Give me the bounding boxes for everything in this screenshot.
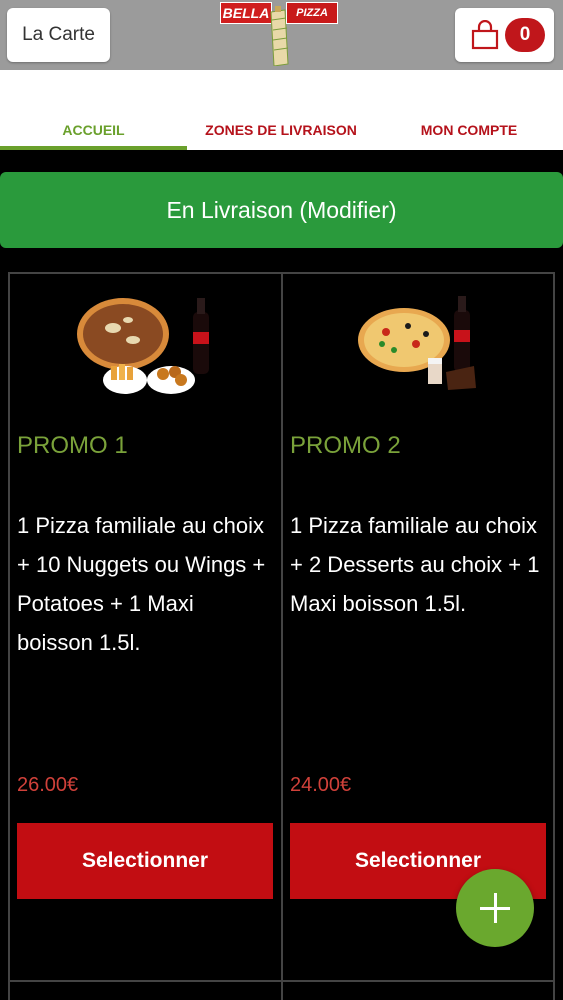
product-card: PROMO 1 1 Pizza familiale au choix + 10 …: [9, 274, 282, 980]
product-description: 1 Pizza familiale au choix + 2 Desserts …: [290, 513, 540, 616]
logo-text-right: PIZZA: [286, 2, 338, 24]
tab-mon-compte[interactable]: MON COMPTE: [375, 122, 563, 142]
promo-2-image[interactable]: [346, 292, 496, 404]
menu-button[interactable]: La Carte: [7, 8, 110, 62]
tab-accueil[interactable]: ACCUEIL: [0, 122, 187, 142]
product-price: 26.00€: [17, 774, 79, 796]
product-price: 24.00€: [290, 774, 352, 796]
bella-pizza-logo[interactable]: BELLA PIZZA: [220, 0, 338, 68]
product-title: PROMO 1: [17, 432, 128, 459]
shopping-bag-icon: [471, 20, 499, 50]
select-button[interactable]: Selectionner: [17, 823, 273, 899]
active-tab-indicator: [0, 146, 187, 150]
cart-button[interactable]: 0: [455, 8, 554, 62]
promo-1-image[interactable]: [73, 292, 223, 404]
add-fab-button[interactable]: [456, 869, 534, 947]
grid-divider: [8, 980, 555, 982]
app-header: La Carte BELLA PIZZA 0: [0, 0, 563, 70]
tab-zones-de-livraison[interactable]: ZONES DE LIVRAISON: [187, 122, 375, 142]
delivery-mode-button[interactable]: En Livraison (Modifier): [0, 172, 563, 248]
product-description: 1 Pizza familiale au choix + 10 Nuggets …: [17, 513, 266, 655]
tab-bar: ACCUEIL ZONES DE LIVRAISON MON COMPTE: [0, 70, 563, 150]
product-title: PROMO 2: [290, 432, 401, 459]
cart-count-badge: 0: [505, 18, 545, 52]
